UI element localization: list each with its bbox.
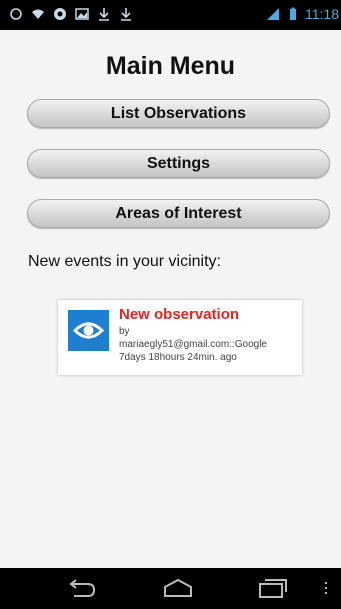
image-icon (75, 8, 89, 20)
download-icon (121, 8, 131, 21)
main-content: Main Menu List Observations Settings Are… (0, 30, 341, 568)
circle-icon (10, 8, 22, 20)
list-observations-button[interactable]: List Observations (27, 99, 330, 128)
event-by: by (119, 326, 130, 337)
event-title: New observation (119, 306, 240, 323)
navigation-bar (0, 568, 341, 609)
event-card[interactable]: New observation by mariaegly51@gmail.com… (58, 300, 302, 375)
download-icon (99, 8, 109, 21)
menu-icon[interactable] (318, 576, 334, 600)
settings-button[interactable]: Settings (27, 149, 330, 178)
event-author: mariaegly51@gmail.com::Google (119, 339, 267, 350)
areas-of-interest-button[interactable]: Areas of Interest (27, 199, 330, 228)
eye-icon (68, 310, 109, 351)
wifi-icon (32, 9, 44, 19)
recent-apps-icon[interactable] (257, 576, 289, 600)
event-age: 7days 18hours 24min. ago (119, 352, 237, 363)
status-time: 11:18 (305, 6, 339, 22)
system-icons: 11:18 (265, 6, 341, 22)
signal-icon (267, 8, 279, 20)
battery-icon (290, 7, 296, 20)
home-icon[interactable] (162, 576, 194, 600)
status-bar: 11:18 (0, 0, 341, 30)
location-icon (54, 8, 66, 20)
vicinity-label: New events in your vicinity: (28, 253, 221, 270)
back-icon[interactable] (66, 576, 98, 600)
notification-icons (8, 6, 134, 22)
page-title: Main Menu (105, 52, 236, 80)
